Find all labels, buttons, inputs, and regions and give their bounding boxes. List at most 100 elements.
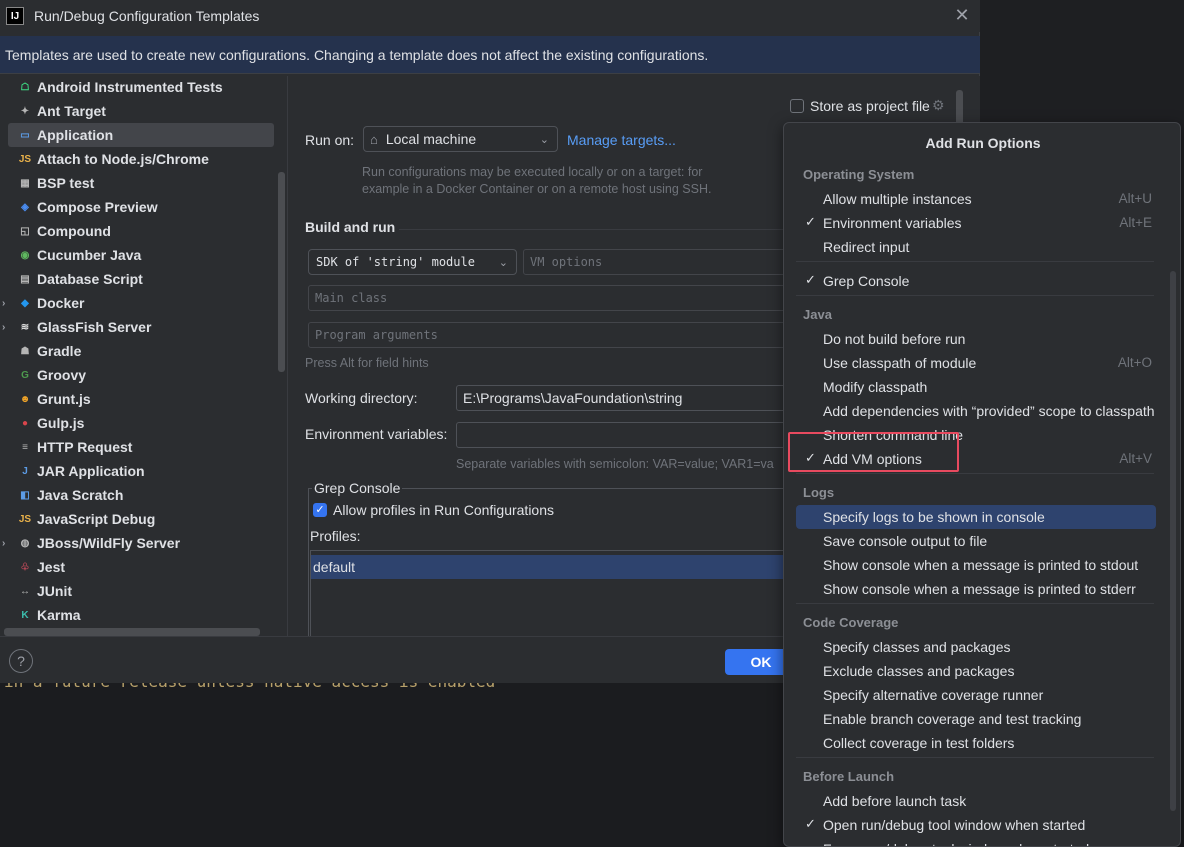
run-option-label: Add before launch task xyxy=(823,793,967,809)
store-as-project-file-label: Store as project file xyxy=(810,98,930,114)
sidebar-item-compound[interactable]: ◱ Compound xyxy=(0,219,276,243)
sidebar-item-java-scratch[interactable]: ◧ Java Scratch xyxy=(0,483,276,507)
sidebar-item-label: Gulp.js xyxy=(37,415,85,431)
checkmark-icon: ✓ xyxy=(805,272,816,287)
sidebar-item-label: JAR Application xyxy=(37,463,145,479)
run-option-show-console-when-a-message-is-printed-to-stdout[interactable]: Show console when a message is printed t… xyxy=(796,553,1156,577)
run-option-do-not-build-before-run[interactable]: Do not build before run xyxy=(796,327,1156,351)
sidebar-item-compose-preview[interactable]: ◈ Compose Preview xyxy=(0,195,276,219)
run-option-label: Focus run/debug tool window when started xyxy=(823,841,1089,846)
run-option-collect-coverage-in-test-folders[interactable]: Collect coverage in test folders xyxy=(796,731,1156,755)
run-option-redirect-input[interactable]: Redirect input xyxy=(796,235,1156,259)
sidebar-item-http-request[interactable]: ≡ HTTP Request xyxy=(0,435,276,459)
gear-icon[interactable]: ⚙ xyxy=(932,97,945,114)
run-on-hint-line-1: Run configurations may be executed local… xyxy=(362,165,703,179)
sidebar-item-label: Compose Preview xyxy=(37,199,158,215)
sidebar-item-ant-target[interactable]: ✦ Ant Target xyxy=(0,99,276,123)
sidebar-item-javascript-debug[interactable]: JS JavaScript Debug xyxy=(0,507,276,531)
sidebar-item-karma[interactable]: K Karma xyxy=(0,603,276,627)
run-option-grep-console[interactable]: ✓ Grep Console xyxy=(796,269,1156,293)
popup-separator xyxy=(796,261,1154,262)
bsp-icon: ▦ xyxy=(20,177,30,189)
popup-separator xyxy=(796,603,1154,604)
checkmark-icon: ✓ xyxy=(805,450,816,465)
sidebar-item-label: Database Script xyxy=(37,271,143,287)
run-option-open-run-debug-tool-window-when-started[interactable]: ✓ Open run/debug tool window when started xyxy=(796,813,1156,837)
gulp-icon: ● xyxy=(21,417,29,429)
cucumber-icon: ◉ xyxy=(20,249,30,261)
sdk-combo[interactable]: SDK of 'string' module ⌄ xyxy=(308,249,517,275)
run-on-hint-line-2: example in a Docker Container or on a re… xyxy=(362,182,712,196)
run-option-enable-branch-coverage-and-test-tracking[interactable]: Enable branch coverage and test tracking xyxy=(796,707,1156,731)
sidebar-scrollbar[interactable] xyxy=(278,172,285,372)
allow-profiles-checkbox[interactable]: ✓ xyxy=(313,503,327,517)
run-option-specify-logs-to-be-shown-in-console[interactable]: Specify logs to be shown in console xyxy=(796,505,1156,529)
sidebar-item-label: Java Scratch xyxy=(37,487,124,503)
run-option-specify-alternative-coverage-runner[interactable]: Specify alternative coverage runner xyxy=(796,683,1156,707)
sidebar-item-gulp-js[interactable]: ● Gulp.js xyxy=(0,411,276,435)
run-option-show-console-when-a-message-is-printed-to-stderr[interactable]: Show console when a message is printed t… xyxy=(796,577,1156,601)
shortcut-hint: Alt+U xyxy=(1118,191,1152,206)
manage-targets-link[interactable]: Manage targets... xyxy=(567,132,676,148)
sidebar-item-gradle[interactable]: ☗ Gradle xyxy=(0,339,276,363)
sidebar-item-label: Attach to Node.js/Chrome xyxy=(37,151,209,167)
chevron-right-icon[interactable]: › xyxy=(2,298,12,309)
run-option-focus-run-debug-tool-window-when-started[interactable]: Focus run/debug tool window when started xyxy=(796,837,1156,846)
sidebar-item-jboss-wildfly-server[interactable]: › ◍ JBoss/WildFly Server xyxy=(0,531,276,555)
sidebar-item-groovy[interactable]: G Groovy xyxy=(0,363,276,387)
sidebar-item-database-script[interactable]: ▤ Database Script xyxy=(0,267,276,291)
database-icon: ▤ xyxy=(20,273,30,285)
run-option-environment-variables[interactable]: ✓ Environment variables Alt+E xyxy=(796,211,1156,235)
sidebar-horizontal-scrollbar[interactable] xyxy=(4,628,260,636)
run-option-label: Save console output to file xyxy=(823,533,988,549)
chevron-down-icon: ⌄ xyxy=(539,133,549,146)
run-option-modify-classpath[interactable]: Modify classpath xyxy=(796,375,1156,399)
sidebar-item-label: HTTP Request xyxy=(37,439,133,455)
close-icon[interactable]: ✕ xyxy=(952,5,972,25)
run-option-exclude-classes-and-packages[interactable]: Exclude classes and packages xyxy=(796,659,1156,683)
popup-scrollbar[interactable] xyxy=(1170,271,1176,811)
run-option-specify-classes-and-packages[interactable]: Specify classes and packages xyxy=(796,635,1156,659)
template-list: ☖ Android Instrumented Tests ✦ Ant Target ▭ A… xyxy=(0,76,288,636)
run-option-use-classpath-of-module[interactable]: Use classpath of module Alt+O xyxy=(796,351,1156,375)
build-and-run-heading: Build and run xyxy=(305,219,396,235)
run-on-label: Run on: xyxy=(305,132,355,148)
run-option-label: Show console when a message is printed t… xyxy=(823,581,1136,597)
run-option-label: Use classpath of module xyxy=(823,355,977,371)
help-icon[interactable]: ? xyxy=(9,649,33,673)
popup-group-header: Logs xyxy=(803,485,835,500)
sidebar-item-label: Grunt.js xyxy=(37,391,91,407)
sidebar-item-grunt-js[interactable]: ☻ Grunt.js xyxy=(0,387,276,411)
run-option-add-dependencies-with-provided-scope-to-classpath[interactable]: Add dependencies with “provided” scope t… xyxy=(796,399,1156,423)
checkmark-icon: ✓ xyxy=(805,816,816,831)
chevron-right-icon[interactable]: › xyxy=(2,538,12,549)
sidebar-item-docker[interactable]: › ◆ Docker xyxy=(0,291,276,315)
run-option-label: Allow multiple instances xyxy=(823,191,972,207)
run-option-allow-multiple-instances[interactable]: Allow multiple instances Alt+U xyxy=(796,187,1156,211)
sidebar-item-attach-to-node-js-chrome[interactable]: JS Attach to Node.js/Chrome xyxy=(0,147,276,171)
sidebar-item-junit[interactable]: ↔ JUnit xyxy=(0,579,276,603)
run-on-combo[interactable]: ⌂ Local machine ⌄ xyxy=(363,126,558,152)
sidebar-item-jest[interactable]: ♧ Jest xyxy=(0,555,276,579)
jboss-icon: ◍ xyxy=(20,537,30,549)
jest-icon: ♧ xyxy=(20,561,30,573)
compose-icon: ◈ xyxy=(21,201,29,213)
chevron-right-icon[interactable]: › xyxy=(2,322,12,333)
store-as-project-file-checkbox[interactable] xyxy=(790,99,804,113)
docker-icon: ◆ xyxy=(21,297,29,309)
run-option-save-console-output-to-file[interactable]: Save console output to file xyxy=(796,529,1156,553)
run-option-add-before-launch-task[interactable]: Add before launch task xyxy=(796,789,1156,813)
sidebar-item-glassfish-server[interactable]: › ≋ GlassFish Server xyxy=(0,315,276,339)
java-scratch-icon: ◧ xyxy=(20,489,30,501)
run-option-add-vm-options[interactable]: ✓ Add VM options Alt+V xyxy=(796,447,1156,471)
sidebar-item-android-instrumented-tests[interactable]: ☖ Android Instrumented Tests xyxy=(0,76,276,99)
dialog-titlebar: IJ Run/Debug Configuration Templates ✕ xyxy=(0,0,980,32)
run-option-label: Show console when a message is printed t… xyxy=(823,557,1139,573)
sidebar-item-label: Groovy xyxy=(37,367,87,383)
nodejs-icon: JS xyxy=(18,153,32,165)
sidebar-item-jar-application[interactable]: J JAR Application xyxy=(0,459,276,483)
run-option-shorten-command-line[interactable]: Shorten command line xyxy=(796,423,1156,447)
sidebar-item-cucumber-java[interactable]: ◉ Cucumber Java xyxy=(0,243,276,267)
sidebar-item-bsp-test[interactable]: ▦ BSP test xyxy=(0,171,276,195)
sidebar-item-application[interactable]: ▭ Application xyxy=(8,123,274,147)
